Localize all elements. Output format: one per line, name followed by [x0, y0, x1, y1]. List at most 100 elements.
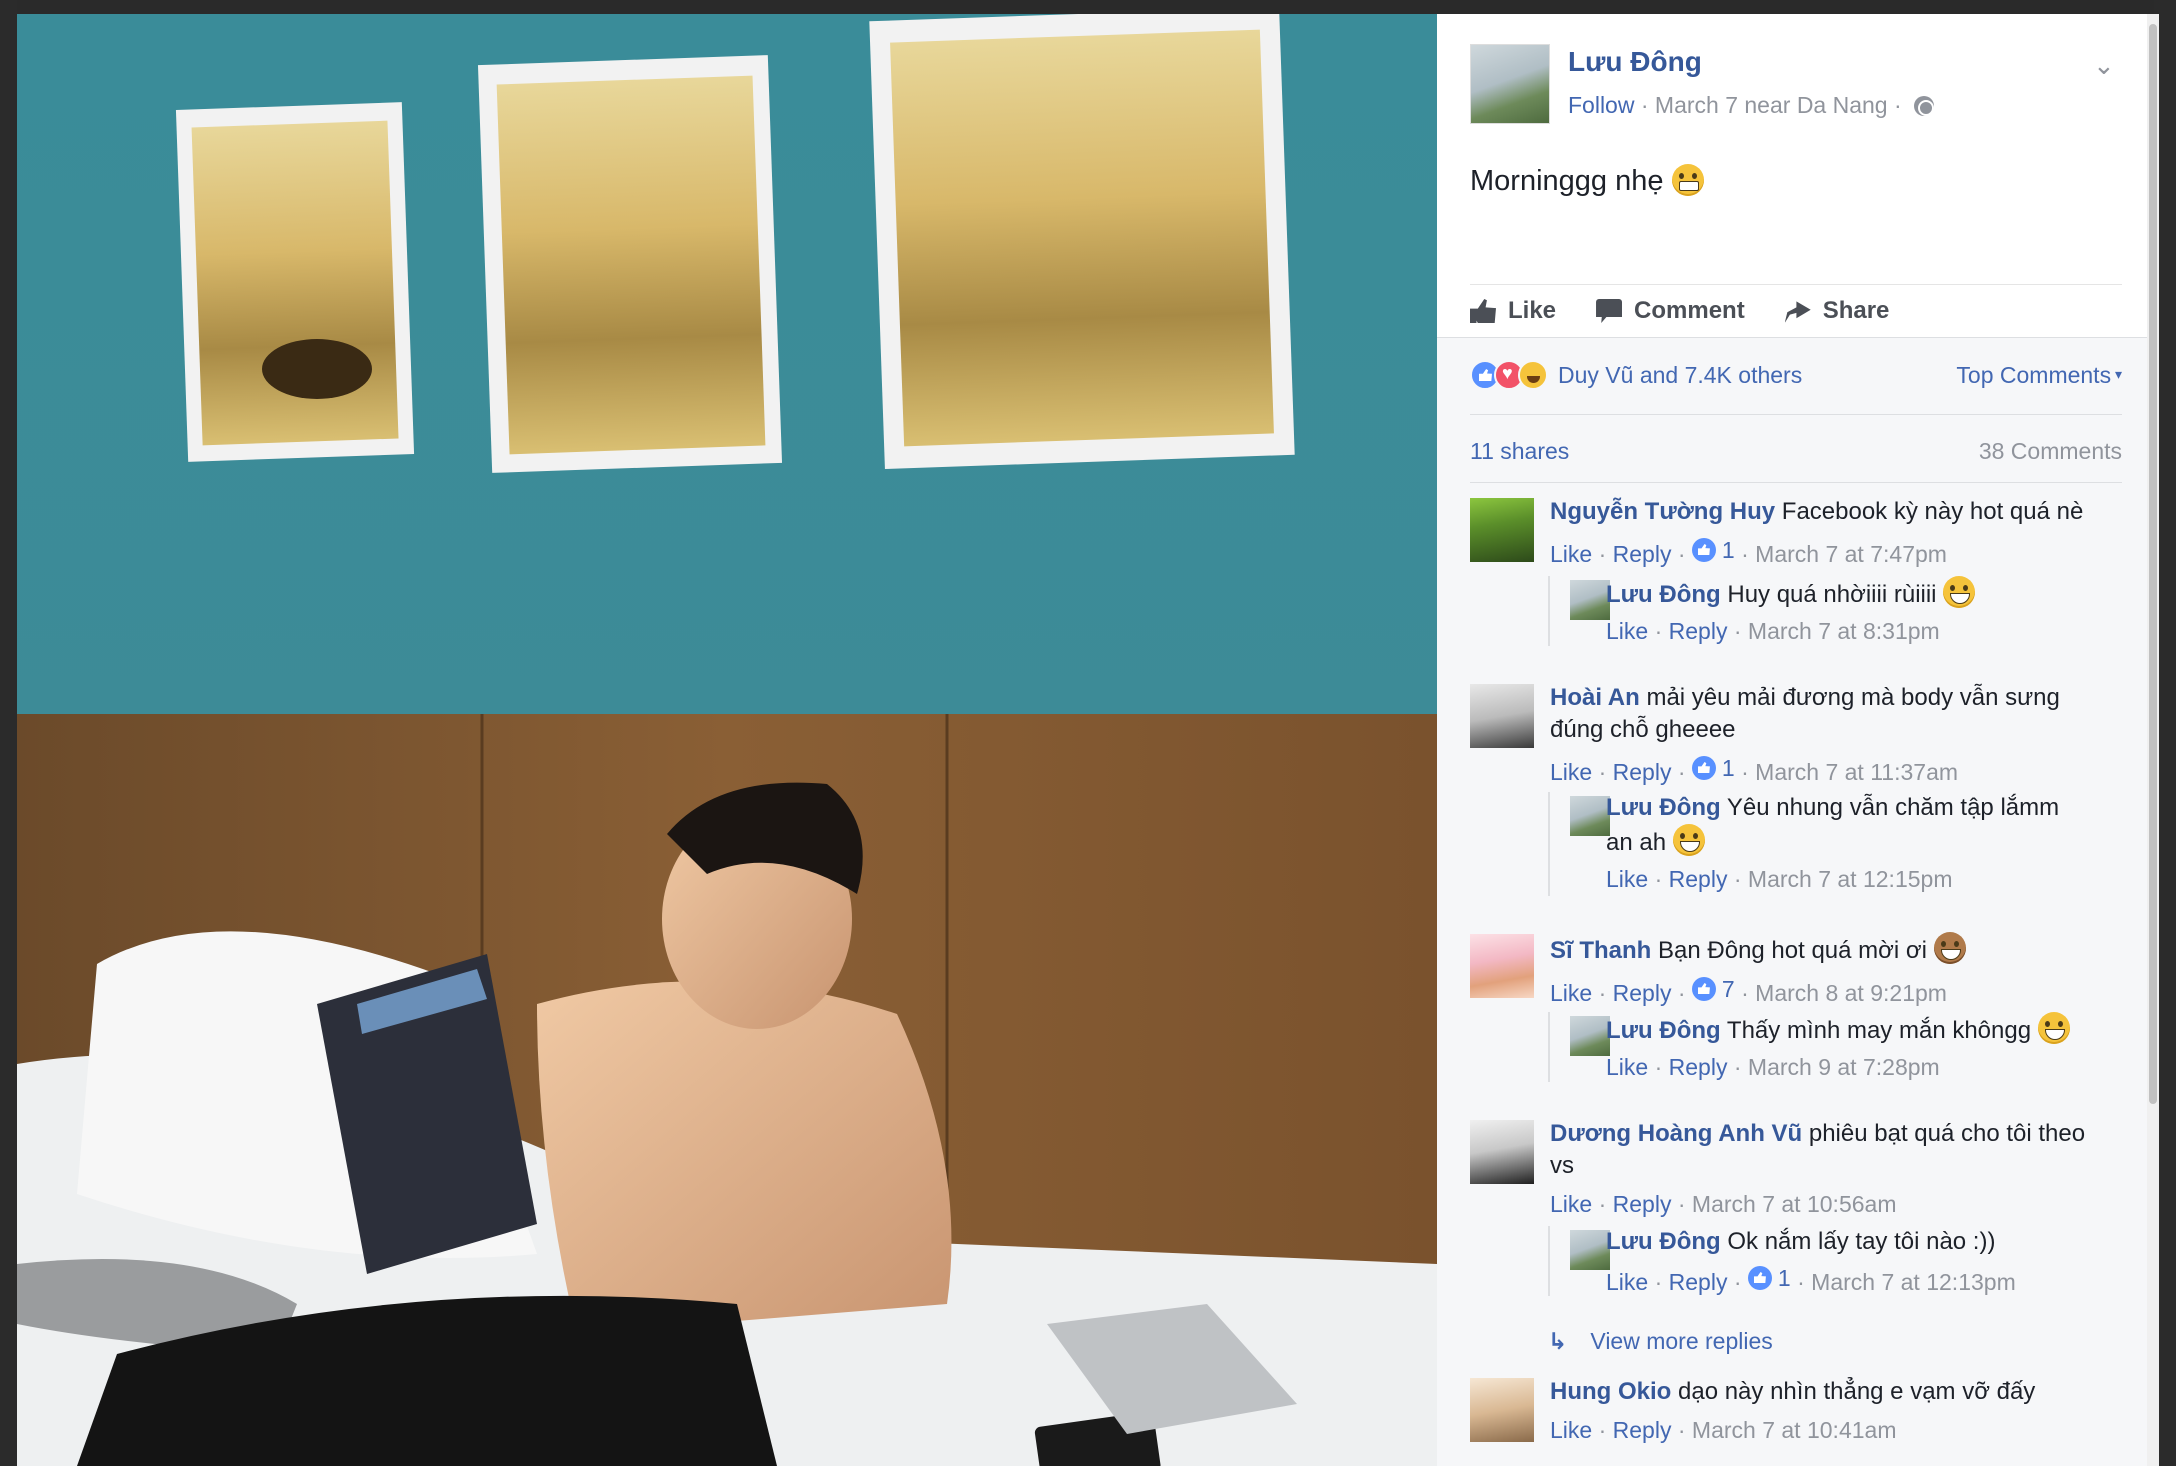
comment-button[interactable]: Comment	[1596, 297, 1745, 325]
post-meta: Follow · March 7 near Da Nang ·	[1568, 92, 1935, 119]
share-button[interactable]: Share	[1784, 297, 1889, 325]
post-side-panel: Lưu Đông Follow · March 7 near Da Nang ·…	[1437, 14, 2154, 1466]
reply-like-count[interactable]: 1	[1747, 1262, 1791, 1294]
background-left-strip	[0, 0, 17, 1466]
post-actions: Like Comment Share	[1470, 284, 2122, 325]
comment-like-link[interactable]: Like	[1550, 1417, 1592, 1443]
commenter-avatar[interactable]	[1470, 498, 1534, 562]
divider	[1470, 482, 2122, 483]
follow-button[interactable]: Follow	[1568, 92, 1634, 118]
comment-footer: Like · Reply · 7 · March 8 at 9:21pm	[1550, 973, 2122, 1009]
comment-reply-link[interactable]: Reply	[1613, 1191, 1672, 1217]
painting-middle	[477, 55, 783, 473]
photo-viewer[interactable]	[17, 14, 1437, 1466]
commenter-name[interactable]: Dương Hoàng Anh Vũ	[1550, 1120, 1802, 1147]
reply-item: Lưu Đông Huy quá nhờiiii rùiiii Like · R…	[1548, 576, 2122, 646]
laughing-emoji-icon	[1672, 824, 1705, 856]
replier-avatar[interactable]	[1570, 1016, 1610, 1056]
meta-separator: ·	[1640, 92, 1655, 118]
scrollbar-thumb[interactable]	[2149, 24, 2157, 1104]
comment-reply-link[interactable]: Reply	[1613, 1417, 1672, 1443]
commenter-avatar[interactable]	[1470, 934, 1534, 998]
comment-like-count[interactable]: 7	[1691, 973, 1735, 1005]
comment-text: dạo này nhìn thẳng e vạm vỡ đấy	[1678, 1378, 2036, 1405]
comment-like-count[interactable]: 1	[1691, 534, 1735, 566]
comment-like-link[interactable]: Like	[1550, 759, 1592, 785]
view-more-replies-link[interactable]: ↳ View more replies	[1548, 1328, 1773, 1355]
reply-like-link[interactable]: Like	[1606, 618, 1648, 644]
reply-like-link[interactable]: Like	[1606, 866, 1648, 892]
see-no-evil-monkey-emoji-icon	[1933, 932, 1966, 964]
reply-like-link[interactable]: Like	[1606, 1269, 1648, 1295]
replier-name[interactable]: Lưu Đông	[1606, 1228, 1721, 1255]
caption-text: Morninggg nhẹ	[1470, 165, 1664, 197]
reply-footer: Like · Reply · March 9 at 7:28pm	[1606, 1054, 1940, 1080]
replier-name[interactable]: Lưu Đông	[1606, 1017, 1721, 1044]
reply-time[interactable]: March 9 at 7:28pm	[1748, 1054, 1940, 1080]
commenter-avatar[interactable]	[1470, 1378, 1534, 1442]
like-count-value: 7	[1721, 976, 1735, 1002]
reply-text: Huy quá nhờiiii rùiiii	[1727, 581, 1937, 608]
reply-time[interactable]: March 7 at 12:13pm	[1811, 1269, 2016, 1295]
post-timestamp[interactable]: March 7 near Da Nang	[1655, 92, 1888, 118]
like-button[interactable]: Like	[1470, 297, 1556, 325]
reply-reply-link[interactable]: Reply	[1669, 618, 1728, 644]
reaction-count-link[interactable]: Duy Vũ and 7.4K others	[1558, 362, 1802, 389]
comment-time[interactable]: March 7 at 10:41am	[1692, 1417, 1897, 1443]
photo-image	[17, 14, 1437, 1466]
comment-reply-link[interactable]: Reply	[1613, 980, 1672, 1006]
comment-text: Bạn Đông hot quá mời ơi	[1658, 937, 1927, 964]
chevron-down-icon[interactable]: ⌄	[2093, 50, 2115, 81]
comment-time[interactable]: March 7 at 11:37am	[1755, 759, 1958, 785]
panel-scrollbar[interactable]	[2147, 14, 2159, 1466]
comments-count[interactable]: 38 Comments	[1979, 438, 2122, 465]
comment-sort-dropdown[interactable]: Top Comments	[1956, 362, 2122, 389]
meta-separator: ·	[1894, 92, 1909, 118]
reply-reply-link[interactable]: Reply	[1669, 1054, 1728, 1080]
view-more-replies-label: View more replies	[1590, 1328, 1773, 1354]
comment-footer: Like · Reply · March 7 at 10:56am	[1550, 1191, 1897, 1217]
comment-like-link[interactable]: Like	[1550, 1191, 1592, 1217]
replier-name[interactable]: Lưu Đông	[1606, 794, 1721, 821]
laughing-emoji-icon	[1943, 576, 1976, 608]
comment-text: Facebook kỳ này hot quá nè	[1781, 498, 2084, 525]
reply-time[interactable]: March 7 at 12:15pm	[1748, 866, 1953, 892]
author-name[interactable]: Lưu Đông	[1568, 46, 1702, 78]
comment-footer: Like · Reply · March 7 at 10:41am	[1550, 1417, 1897, 1443]
comment-time[interactable]: March 8 at 9:21pm	[1755, 980, 1947, 1006]
replier-avatar[interactable]	[1570, 796, 1610, 836]
commenter-name[interactable]: Hoài An	[1550, 684, 1640, 711]
commenter-avatar[interactable]	[1470, 684, 1534, 748]
globe-icon[interactable]	[1914, 96, 1935, 116]
comment-label: Comment	[1634, 297, 1745, 324]
share-comment-counts: 11 shares 38 Comments	[1470, 438, 2122, 465]
comment-footer: Like · Reply · 1 · March 7 at 7:47pm	[1550, 534, 2122, 570]
like-reaction-icon	[1691, 756, 1716, 780]
reply-reply-link[interactable]: Reply	[1669, 866, 1728, 892]
comment-time[interactable]: March 7 at 10:56am	[1692, 1191, 1897, 1217]
commenter-name[interactable]: Nguyễn Tường Huy	[1550, 498, 1775, 525]
reply-like-link[interactable]: Like	[1606, 1054, 1648, 1080]
commenter-avatar[interactable]	[1470, 1120, 1534, 1184]
author-avatar[interactable]	[1470, 44, 1550, 124]
comment-reply-link[interactable]: Reply	[1613, 759, 1672, 785]
replier-avatar[interactable]	[1570, 1230, 1610, 1270]
reply-time[interactable]: March 7 at 8:31pm	[1748, 618, 1940, 644]
reply-reply-link[interactable]: Reply	[1669, 1269, 1728, 1295]
like-reaction-icon	[1691, 977, 1716, 1001]
comment-like-link[interactable]: Like	[1550, 980, 1592, 1006]
commenter-name[interactable]: Hung Okio	[1550, 1378, 1671, 1405]
comment-like-link[interactable]: Like	[1550, 541, 1592, 567]
painting-left	[175, 102, 415, 462]
like-count-value: 1	[1721, 537, 1735, 563]
replier-avatar[interactable]	[1570, 580, 1610, 620]
like-reaction-icon	[1691, 538, 1716, 562]
background-page-strip	[0, 0, 2176, 14]
commenter-name[interactable]: Sĩ Thanh	[1550, 937, 1651, 964]
comment-reply-link[interactable]: Reply	[1613, 541, 1672, 567]
reply-text: Thấy mình may mắn khôngg	[1726, 1017, 2032, 1044]
replier-name[interactable]: Lưu Đông	[1606, 581, 1721, 608]
comment-time[interactable]: March 7 at 7:47pm	[1755, 541, 1947, 567]
shares-link[interactable]: 11 shares	[1470, 438, 1569, 465]
comment-like-count[interactable]: 1	[1691, 752, 1735, 784]
